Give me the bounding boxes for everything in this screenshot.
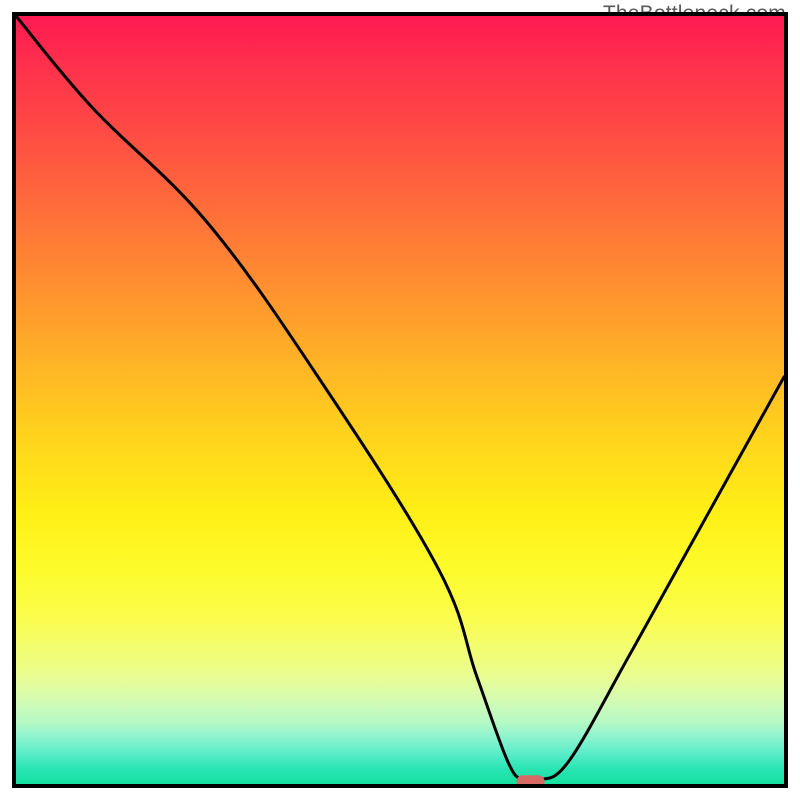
heat-gradient [16, 16, 784, 784]
plot-area [12, 12, 788, 788]
bottleneck-chart: TheBottleneck.com [0, 0, 800, 800]
